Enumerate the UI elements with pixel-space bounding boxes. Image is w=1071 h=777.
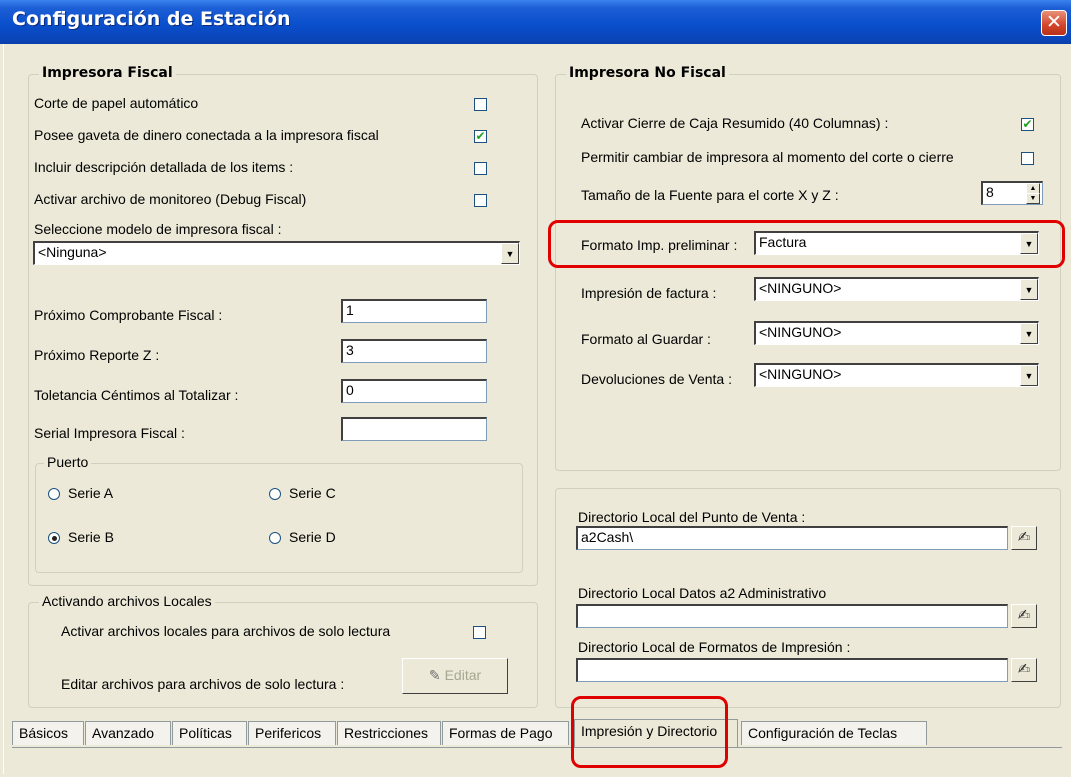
serial-input[interactable] <box>341 417 487 441</box>
local-files-group: Activando archivos Locales Activar archi… <box>28 593 538 708</box>
summary-close-checkbox[interactable]: ✔ <box>1021 118 1034 131</box>
printer-model-select[interactable]: <Ninguna> ▼ <box>33 241 520 265</box>
serie-d-radio[interactable] <box>269 532 281 544</box>
non-fiscal-group-title: Impresora No Fiscal <box>566 65 729 81</box>
pos-dir-input[interactable]: a2Cash\ <box>576 526 1008 550</box>
edit-button[interactable]: ✎ Editar <box>402 658 508 694</box>
printer-model-value: <Ninguna> <box>38 244 107 260</box>
pos-dir-label: Directorio Local del Punto de Venta : <box>578 509 806 525</box>
browse-folder-icon[interactable]: ✍ <box>1011 604 1037 628</box>
serie-a-label: Serie A <box>68 485 114 501</box>
dialog-client: Impresora Fiscal Corte de papel automáti… <box>3 44 1068 774</box>
serial-label: Serial Impresora Fiscal : <box>34 425 185 441</box>
next-z-report-input[interactable]: 3 <box>341 339 487 363</box>
tab-divider <box>12 747 1062 748</box>
admin-data-dir-label: Directorio Local Datos a2 Administrativo <box>578 585 827 601</box>
next-receipt-input[interactable]: 1 <box>341 299 487 323</box>
cash-drawer-label: Posee gaveta de dinero conectada a la im… <box>34 127 379 143</box>
invoice-print-select[interactable]: <NINGUNO> ▼ <box>754 277 1039 301</box>
cash-drawer-checkbox[interactable]: ✔ <box>474 130 487 143</box>
serie-b-radio[interactable] <box>48 532 60 544</box>
returns-value: <NINGUNO> <box>759 366 842 382</box>
fiscal-group-title: Impresora Fiscal <box>39 65 176 81</box>
fiscal-printer-group: Impresora Fiscal Corte de papel automáti… <box>28 65 538 586</box>
chevron-down-icon[interactable]: ▼ <box>501 243 519 264</box>
local-files-title: Activando archivos Locales <box>39 593 215 609</box>
detailed-items-checkbox[interactable] <box>474 162 487 175</box>
browse-folder-icon[interactable]: ✍ <box>1011 658 1037 682</box>
serie-a-radio[interactable] <box>48 488 60 500</box>
debug-fiscal-checkbox[interactable] <box>474 194 487 207</box>
serie-b-label: Serie B <box>68 529 114 545</box>
debug-fiscal-label: Activar archivo de monitoreo (Debug Fisc… <box>34 191 307 207</box>
highlight-preliminary-format <box>548 220 1065 268</box>
window-title: Configuración de Estación <box>12 8 291 30</box>
tab-configuracion-de-teclas[interactable]: Configuración de Teclas <box>741 721 927 745</box>
detailed-items-label: Incluir descripción detallada de los ite… <box>34 159 294 175</box>
save-format-value: <NINGUNO> <box>759 324 842 340</box>
edit-files-label: Editar archivos para archivos de solo le… <box>61 676 345 692</box>
returns-select[interactable]: <NINGUNO> ▼ <box>754 363 1039 387</box>
print-formats-dir-input[interactable] <box>576 658 1008 682</box>
port-group-title: Puerto <box>44 454 92 470</box>
font-size-label: Tamaño de la Fuente para el corte X y Z … <box>581 187 839 203</box>
returns-label: Devoluciones de Venta : <box>581 371 732 387</box>
tab-avanzado[interactable]: Avanzado <box>85 721 171 745</box>
next-receipt-label: Próximo Comprobante Fiscal : <box>34 307 223 323</box>
serie-d-label: Serie D <box>289 529 336 545</box>
auto-cut-checkbox[interactable] <box>474 98 487 111</box>
auto-cut-label: Corte de papel automático <box>34 95 199 111</box>
tab-perifericos[interactable]: Perifericos <box>248 721 336 745</box>
title-bar: Configuración de Estación ✕ <box>0 0 1071 44</box>
tab-restricciones[interactable]: Restricciones <box>337 721 441 745</box>
tolerance-label: Toletancia Céntimos al Totalizar : <box>34 387 239 403</box>
admin-data-dir-input[interactable] <box>576 604 1008 628</box>
chevron-down-icon[interactable]: ▼ <box>1020 365 1038 386</box>
tab-formas-de-pago[interactable]: Formas de Pago <box>442 721 569 745</box>
non-fiscal-printer-group: Impresora No Fiscal Activar Cierre de Ca… <box>555 65 1061 471</box>
browse-folder-icon[interactable]: ✍ <box>1011 526 1037 550</box>
tab-politicas[interactable]: Políticas <box>172 721 247 745</box>
printer-model-label: Seleccione modelo de impresora fiscal : <box>34 221 282 237</box>
close-button[interactable]: ✕ <box>1041 10 1067 36</box>
edit-icon: ✎ <box>428 667 441 683</box>
save-format-label: Formato al Guardar : <box>581 331 711 347</box>
serie-c-label: Serie C <box>289 485 336 501</box>
invoice-print-label: Impresión de factura : <box>581 285 717 301</box>
print-formats-dir-label: Directorio Local de Formatos de Impresió… <box>578 639 851 655</box>
change-printer-checkbox[interactable] <box>1021 152 1034 165</box>
tab-basicos[interactable]: Básicos <box>12 721 84 745</box>
save-format-select[interactable]: <NINGUNO> ▼ <box>754 321 1039 345</box>
port-group: Puerto Serie A Serie C Serie B Serie D <box>35 454 523 573</box>
next-z-report-label: Próximo Reporte Z : <box>34 347 160 363</box>
chevron-down-icon[interactable]: ▼ <box>1020 323 1038 344</box>
activate-local-label: Activar archivos locales para archivos d… <box>61 623 391 639</box>
summary-close-label: Activar Cierre de Caja Resumido (40 Colu… <box>581 115 889 131</box>
chevron-down-icon[interactable]: ▼ <box>1020 279 1038 300</box>
invoice-print-value: <NINGUNO> <box>759 280 842 296</box>
directories-group: Directorio Local del Punto de Venta : a2… <box>555 488 1061 708</box>
activate-local-checkbox[interactable] <box>473 626 486 639</box>
spin-down-icon[interactable]: ▼ <box>1026 193 1040 204</box>
edit-button-label: Editar <box>444 667 482 683</box>
serie-c-radio[interactable] <box>269 488 281 500</box>
tolerance-input[interactable]: 0 <box>341 379 487 403</box>
change-printer-label: Permitir cambiar de impresora al momento… <box>581 149 954 165</box>
highlight-active-tab <box>571 696 728 768</box>
